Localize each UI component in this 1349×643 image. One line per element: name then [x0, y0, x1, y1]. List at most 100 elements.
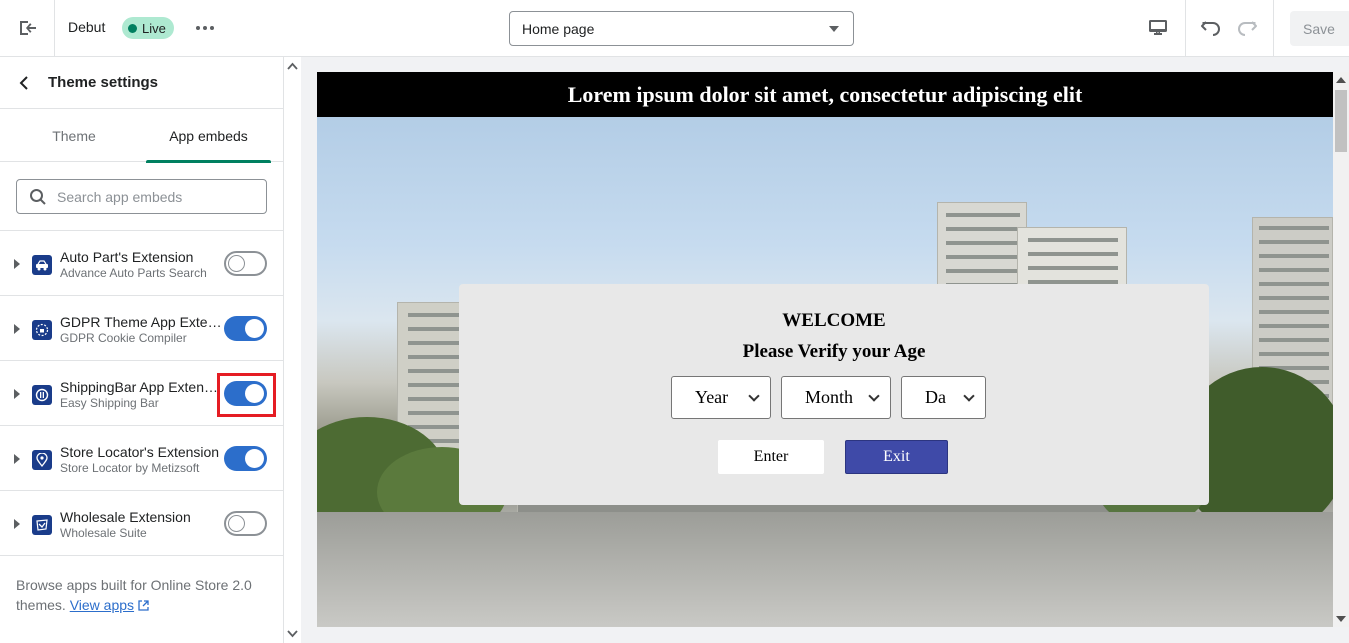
day-select-value: Da: [925, 387, 946, 407]
chevron-down-icon: [868, 390, 880, 402]
device-preview-button[interactable]: [1138, 10, 1178, 46]
tab-app-embeds[interactable]: App embeds: [146, 109, 271, 163]
exit-editor-button[interactable]: [0, 0, 55, 56]
announcement-banner: Lorem ipsum dolor sit amet, consectetur …: [317, 72, 1333, 117]
age-verification-modal: WELCOME Please Verify your Age Year Mont…: [459, 284, 1209, 505]
search-box: [16, 179, 267, 214]
chevron-up-icon: [287, 62, 298, 70]
embed-subtitle: Advance Auto Parts Search: [60, 266, 207, 280]
tab-theme[interactable]: Theme: [0, 109, 148, 162]
search-input[interactable]: [57, 188, 247, 205]
embed-name: ShippingBar App Extension: [60, 379, 222, 395]
sidebar-footer: Browse apps built for Online Store 2.0 t…: [0, 556, 283, 615]
embed-toggle-gdpr[interactable]: [224, 316, 267, 341]
dot-icon: [210, 26, 214, 30]
sidebar-tabs: Theme App embeds: [0, 109, 283, 163]
sidebar: Theme settings Theme App embeds Auto Par…: [0, 57, 284, 643]
gdpr-app-icon: [32, 320, 52, 340]
redo-icon: [1238, 21, 1257, 36]
road-shape: [317, 512, 1333, 627]
page-select[interactable]: Home page: [509, 11, 854, 46]
desktop-icon: [1149, 20, 1167, 35]
embed-item-store-locator: Store Locator's Extension Store Locator …: [0, 426, 283, 491]
expand-caret-icon[interactable]: [14, 454, 20, 464]
expand-caret-icon[interactable]: [14, 259, 20, 269]
live-badge: Live: [122, 17, 174, 39]
toggle-knob: [245, 319, 264, 338]
redo-button[interactable]: [1233, 14, 1261, 42]
back-button[interactable]: [0, 57, 48, 109]
toggle-knob: [228, 255, 245, 272]
chevron-down-icon: [748, 390, 760, 402]
footer-text: Browse apps built for Online Store 2.0 t…: [16, 577, 252, 613]
embed-item-wholesale: Wholesale Extension Wholesale Suite: [0, 491, 283, 556]
chevron-down-icon: [829, 26, 839, 32]
sidebar-title: Theme settings: [48, 74, 159, 91]
theme-name: Debut: [68, 19, 106, 35]
embed-name: Auto Part's Extension: [60, 249, 194, 265]
year-select-value: Year: [695, 387, 729, 407]
embed-toggle-wholesale[interactable]: [224, 511, 267, 536]
embed-subtitle: Easy Shipping Bar: [60, 396, 159, 410]
embed-subtitle: Wholesale Suite: [60, 526, 147, 540]
search-icon: [30, 188, 46, 205]
sidebar-header: Theme settings: [0, 57, 283, 109]
wholesale-app-icon: [32, 515, 52, 535]
chevron-down-icon: [287, 630, 298, 638]
month-select[interactable]: Month: [781, 376, 891, 419]
hero-image: WELCOME Please Verify your Age Year Mont…: [317, 117, 1333, 627]
embed-name: Wholesale Extension: [60, 509, 191, 525]
year-select[interactable]: Year: [671, 376, 771, 419]
top-bar: Debut Live Home page Save: [0, 0, 1349, 57]
chevron-left-icon: [19, 75, 28, 90]
embed-item-auto-parts: Auto Part's Extension Advance Auto Parts…: [0, 231, 283, 296]
view-apps-link[interactable]: View apps: [70, 597, 134, 613]
scrollbar-thumb[interactable]: [1335, 90, 1347, 152]
undo-button[interactable]: [1197, 14, 1225, 42]
live-badge-label: Live: [142, 20, 166, 36]
embed-item-shippingbar: ShippingBar App Extension Easy Shipping …: [0, 361, 283, 426]
shippingbar-app-icon: [32, 385, 52, 405]
view-apps-link-label: View apps: [69, 597, 135, 613]
enter-button[interactable]: Enter: [718, 440, 824, 474]
preview-scrollbar[interactable]: [1333, 72, 1349, 627]
modal-verify-heading: Please Verify your Age: [742, 341, 926, 362]
more-actions-button[interactable]: [193, 18, 217, 38]
embed-toggle-auto-parts[interactable]: [224, 251, 267, 276]
storefront-preview: Lorem ipsum dolor sit amet, consectetur …: [317, 72, 1349, 627]
toggle-knob: [228, 515, 245, 532]
exit-button[interactable]: Exit: [845, 440, 948, 474]
modal-welcome: WELCOME: [782, 310, 886, 331]
undo-icon: [1201, 21, 1220, 36]
divider: [1185, 0, 1186, 56]
auto-parts-app-icon: [32, 255, 52, 275]
embed-subtitle: Store Locator by Metizsoft: [60, 461, 200, 475]
save-button[interactable]: Save: [1290, 11, 1349, 46]
expand-caret-icon[interactable]: [14, 389, 20, 399]
scroll-down-icon: [1336, 616, 1346, 622]
dot-icon: [196, 26, 200, 30]
day-select[interactable]: Da: [901, 376, 986, 419]
embed-toggle-shippingbar[interactable]: [224, 381, 267, 406]
embed-toggle-store-locator[interactable]: [224, 446, 267, 471]
toggle-knob: [245, 449, 264, 468]
store-locator-app-icon: [32, 450, 52, 470]
expand-caret-icon[interactable]: [14, 519, 20, 529]
exit-icon: [20, 21, 36, 35]
search-container: [0, 162, 283, 231]
expand-caret-icon[interactable]: [14, 324, 20, 334]
dot-icon: [203, 26, 207, 30]
sidebar-scrollbar[interactable]: [284, 57, 301, 643]
chevron-down-icon: [963, 390, 975, 402]
live-dot-icon: [128, 23, 137, 33]
scroll-up-icon: [1336, 77, 1346, 83]
embed-item-gdpr: GDPR Theme App Extension GDPR Cookie Com…: [0, 296, 283, 361]
page-select-value: Home page: [522, 20, 595, 37]
embed-name: Store Locator's Extension: [60, 444, 220, 460]
embed-name: GDPR Theme App Extension: [60, 314, 222, 330]
external-link-icon: [138, 600, 149, 611]
month-select-value: Month: [805, 387, 854, 407]
embed-subtitle: GDPR Cookie Compiler: [60, 331, 187, 345]
toggle-knob: [245, 384, 264, 403]
divider: [1273, 0, 1274, 56]
